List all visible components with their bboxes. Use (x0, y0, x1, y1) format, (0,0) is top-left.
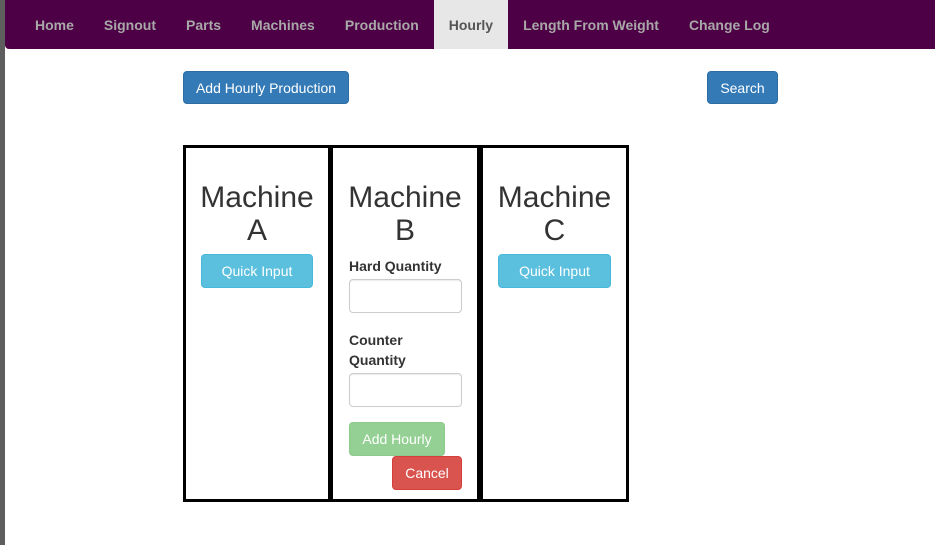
nav-hourly[interactable]: Hourly (433, 0, 509, 49)
search-button[interactable]: Search (707, 71, 778, 104)
nav-parts[interactable]: Parts (171, 0, 236, 49)
quick-input-button-a[interactable]: Quick Input (201, 254, 313, 288)
nav-production[interactable]: Production (330, 0, 434, 49)
nav-change-log[interactable]: Change Log (674, 0, 785, 49)
quick-input-button-c[interactable]: Quick Input (498, 254, 611, 288)
machine-c-title-line1: Machine (497, 181, 612, 214)
machine-b-title-line1: Machine (348, 181, 462, 214)
machine-c-title-line2: C (543, 214, 566, 247)
machine-a-title-line1: Machine (200, 181, 314, 214)
machine-panel-a: Machine A Quick Input (183, 145, 331, 502)
add-hourly-production-button[interactable]: Add Hourly Production (183, 71, 349, 104)
hard-quantity-input[interactable] (349, 279, 462, 313)
machine-b-title-line2: B (394, 214, 415, 247)
counter-quantity-label-line2: Quantity (349, 352, 406, 368)
machine-panel-b: Machine B Hard Quantity Counter Quantity… (330, 145, 480, 502)
top-navbar: Home Signout Parts Machines Production H… (5, 0, 935, 49)
nav-home[interactable]: Home (20, 0, 89, 49)
nav-signout[interactable]: Signout (89, 0, 171, 49)
cancel-button[interactable]: Cancel (392, 456, 462, 490)
counter-quantity-input[interactable] (349, 373, 462, 407)
counter-quantity-label-line1: Counter (349, 332, 403, 348)
window-edge (0, 0, 5, 545)
nav-machines[interactable]: Machines (236, 0, 330, 49)
nav-length-from-weight[interactable]: Length From Weight (508, 0, 674, 49)
machine-a-title-line2: A (246, 214, 267, 247)
add-hourly-button[interactable]: Add Hourly (349, 422, 445, 456)
hard-quantity-label: Hard Quantity (349, 258, 442, 274)
machine-panel-c: Machine C Quick Input (480, 145, 629, 502)
